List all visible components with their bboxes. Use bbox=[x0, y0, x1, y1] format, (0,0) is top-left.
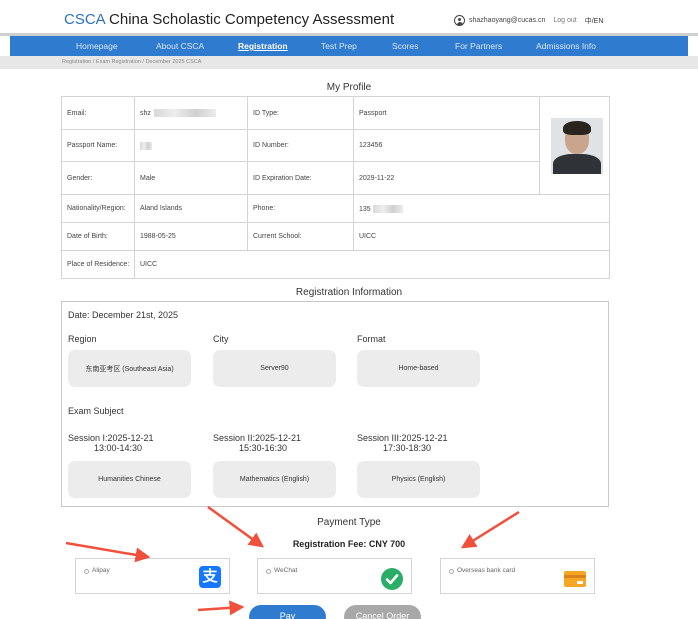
pay-button[interactable]: Pay bbox=[249, 605, 326, 619]
bank-card-icon bbox=[564, 571, 586, 587]
session-2: Session II:2025-12-21 15:30-16:30 bbox=[213, 433, 301, 453]
phone-value: 135 bbox=[353, 194, 610, 223]
wechat-radio[interactable] bbox=[266, 569, 271, 574]
session-1-label: Session I:2025-12-21 bbox=[68, 433, 154, 443]
alipay-icon: 支 bbox=[199, 566, 221, 588]
main-nav: Homepage About CSCA Registration Test Pr… bbox=[10, 36, 688, 56]
payment-option-bank-card[interactable]: Overseas bank card bbox=[440, 558, 595, 594]
alipay-radio[interactable] bbox=[84, 569, 89, 574]
breadcrumb: Registration / Exam Registration / Decem… bbox=[0, 56, 698, 69]
email-label: Email: bbox=[61, 96, 135, 130]
registration-title: Registration Information bbox=[295, 287, 403, 298]
wechat-pay-icon bbox=[380, 567, 404, 591]
session-3-time: 17:30-18:30 bbox=[383, 443, 432, 453]
payment-option-wechat[interactable]: WeChat bbox=[257, 558, 412, 594]
residence-label: Place of Residence: bbox=[61, 250, 135, 279]
payment-option-alipay[interactable]: Alipay 支 bbox=[75, 558, 230, 594]
arrow-to-pay bbox=[197, 600, 245, 616]
session-2-time: 15:30-16:30 bbox=[239, 443, 288, 453]
nav-registration[interactable]: Registration bbox=[238, 41, 288, 51]
id-type-label: ID Type: bbox=[247, 96, 354, 130]
region-label: Region bbox=[68, 334, 97, 344]
bank-card-radio[interactable] bbox=[449, 569, 454, 574]
user-email[interactable]: shazhaoyang@cucas.cn bbox=[469, 17, 545, 24]
session-3-label: Session III:2025-12-21 bbox=[357, 433, 448, 443]
nav-test-prep[interactable]: Test Prep bbox=[321, 41, 357, 51]
passport-name-value bbox=[134, 129, 248, 162]
profile-title: My Profile bbox=[326, 82, 372, 93]
nav-scores[interactable]: Scores bbox=[392, 41, 418, 51]
logout-link[interactable]: Log out bbox=[553, 17, 576, 24]
profile-table: Email: shz ID Type: Passport Passport Na… bbox=[61, 96, 610, 279]
brand-abbr: CSCA bbox=[64, 11, 105, 28]
user-icon bbox=[454, 15, 465, 26]
profile-photo-cell bbox=[539, 96, 610, 195]
email-value: shz bbox=[134, 96, 248, 130]
nationality-label: Nationality/Region: bbox=[61, 194, 135, 223]
city-value: Server90 bbox=[213, 350, 336, 387]
bank-card-label: Overseas bank card bbox=[457, 567, 516, 574]
id-type-value: Passport bbox=[353, 96, 540, 130]
residence-value: UICC bbox=[134, 250, 610, 279]
top-header: CSCA China Scholastic Competency Assessm… bbox=[0, 0, 698, 34]
gender-label: Gender: bbox=[61, 161, 135, 195]
region-value: 东南亚考区 (Southeast Asia) bbox=[68, 350, 191, 387]
redacted-email bbox=[153, 109, 216, 117]
school-label: Current School: bbox=[247, 222, 354, 251]
session-2-subject: Mathematics (English) bbox=[213, 461, 336, 498]
city-label: City bbox=[213, 334, 229, 344]
session-1: Session I:2025-12-21 13:00-14:30 bbox=[68, 433, 154, 453]
language-switch[interactable]: 中/EN bbox=[585, 16, 604, 26]
site-brand[interactable]: CSCA China Scholastic Competency Assessm… bbox=[64, 11, 394, 28]
session-3: Session III:2025-12-21 17:30-18:30 bbox=[357, 433, 448, 453]
format-value: Home-based bbox=[357, 350, 480, 387]
registration-panel: Date: December 21st, 2025 Region City Fo… bbox=[61, 301, 609, 507]
school-value: UICC bbox=[353, 222, 610, 251]
session-3-subject: Physics (English) bbox=[357, 461, 480, 498]
passport-name-label: Passport Name: bbox=[61, 129, 135, 162]
exam-date: Date: December 21st, 2025 bbox=[68, 310, 179, 320]
nav-admissions-info[interactable]: Admissions Info bbox=[536, 41, 596, 51]
cancel-order-button[interactable]: Cancel Order bbox=[344, 605, 421, 619]
alipay-label: Alipay bbox=[92, 567, 110, 574]
format-label: Format bbox=[357, 334, 386, 344]
profile-photo bbox=[551, 117, 603, 174]
brand-name: China Scholastic Competency Assessment bbox=[109, 11, 395, 28]
redacted-passport-name bbox=[140, 141, 152, 150]
payment-type-title: Payment Type bbox=[317, 517, 381, 528]
phone-label: Phone: bbox=[247, 194, 354, 223]
nav-for-partners[interactable]: For Partners bbox=[455, 41, 502, 51]
session-1-subject: Humanities Chinese bbox=[68, 461, 191, 498]
exam-subject-label: Exam Subject bbox=[68, 406, 124, 416]
user-box: shazhaoyang@cucas.cn Log out 中/EN bbox=[454, 15, 603, 26]
id-number-value: 123456 bbox=[353, 129, 540, 162]
nav-about-csca[interactable]: About CSCA bbox=[156, 41, 204, 51]
wechat-label: WeChat bbox=[274, 567, 298, 574]
nationality-value: Aland Islands bbox=[134, 194, 248, 223]
id-expiration-label: ID Expiration Date: bbox=[247, 161, 354, 195]
dob-value: 1988-05-25 bbox=[134, 222, 248, 251]
redacted-phone bbox=[372, 204, 403, 213]
id-number-label: ID Number: bbox=[247, 129, 354, 162]
nav-homepage[interactable]: Homepage bbox=[76, 41, 118, 51]
registration-fee: Registration Fee: CNY 700 bbox=[292, 539, 406, 549]
id-expiration-value: 2029-11-22 bbox=[353, 161, 540, 195]
gender-value: Male bbox=[134, 161, 248, 195]
session-1-time: 13:00-14:30 bbox=[94, 443, 143, 453]
dob-label: Date of Birth: bbox=[61, 222, 135, 251]
session-2-label: Session II:2025-12-21 bbox=[213, 433, 302, 443]
